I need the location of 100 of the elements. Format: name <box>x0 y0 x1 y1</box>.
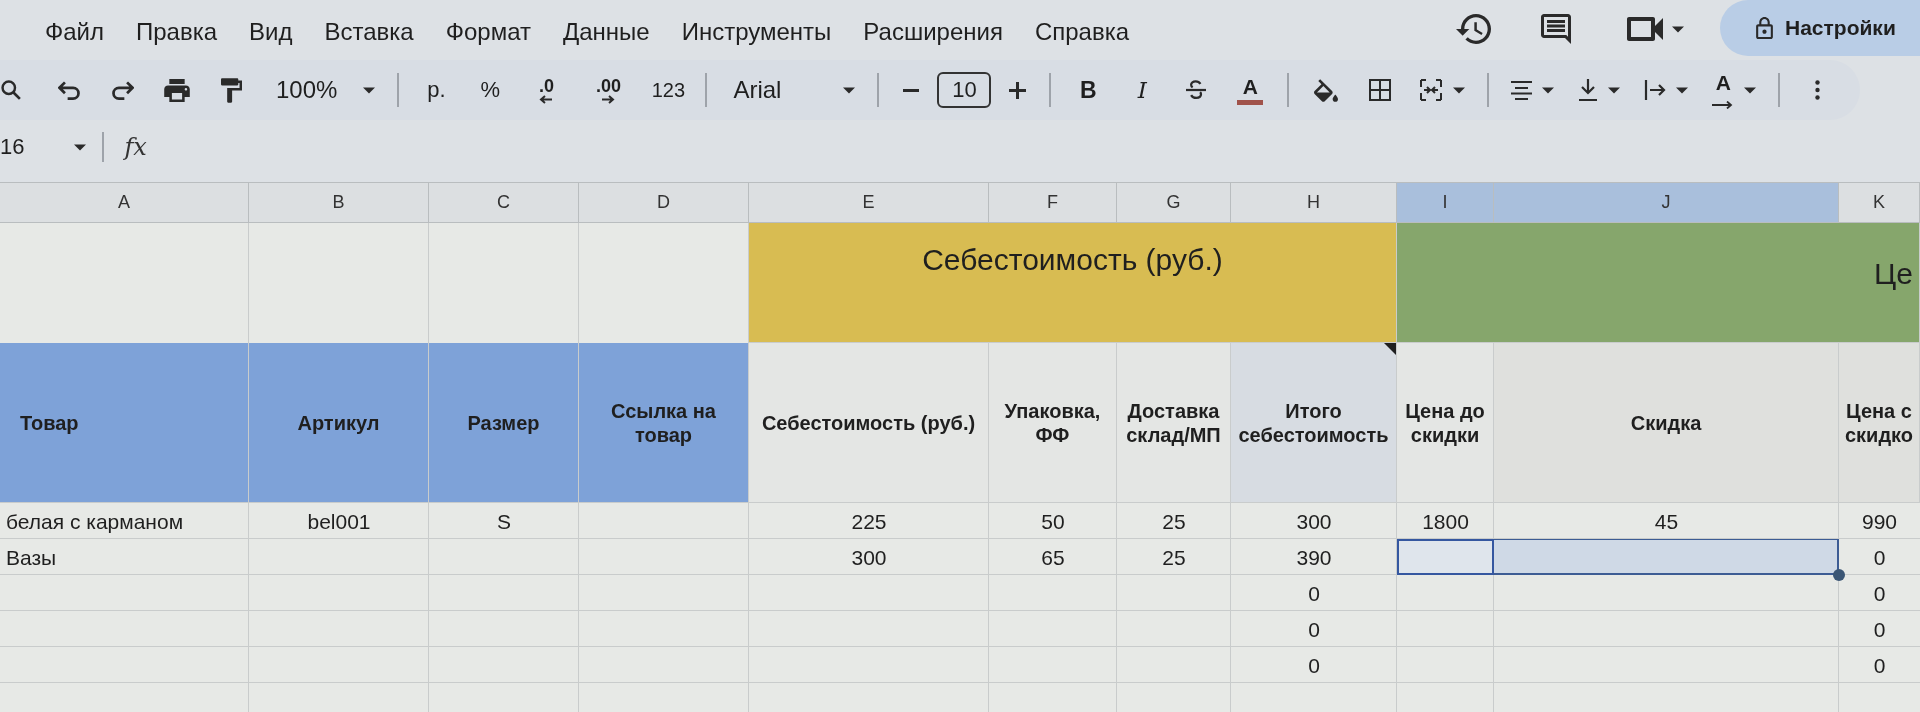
table-cell-text: 300 <box>850 545 888 571</box>
font-dropdown[interactable]: Arial <box>729 68 860 112</box>
table-cell-text: 300 <box>1295 509 1333 535</box>
function-label: fx <box>124 133 147 161</box>
column-header[interactable]: B <box>249 183 429 223</box>
wrap-text-icon <box>1644 80 1667 100</box>
table-cell-text: 0 <box>1872 581 1887 607</box>
table-cell-text: 0 <box>1872 617 1887 643</box>
header-label: Товар <box>20 410 79 435</box>
percent-button[interactable]: % <box>470 68 511 112</box>
caret-icon <box>843 86 856 94</box>
align-bottom-icon <box>1578 79 1599 101</box>
caret-icon <box>1672 25 1684 33</box>
header-label: Скидка <box>1630 410 1702 435</box>
table-cell-text: 0 <box>1307 617 1321 643</box>
fill-handle[interactable] <box>1833 569 1845 581</box>
column-header[interactable]: G <box>1117 183 1231 223</box>
selected-cell[interactable] <box>1494 539 1839 575</box>
number-format-button[interactable]: 123 <box>648 68 689 112</box>
text-rotation-button[interactable]: A <box>1708 68 1761 112</box>
menu-item[interactable]: Формат <box>445 18 531 46</box>
left-arrow-icon <box>539 94 554 104</box>
minus-icon <box>903 88 920 92</box>
header-label: Ссылка на товар <box>610 398 717 447</box>
table-cell-text: 45 <box>1653 509 1680 535</box>
caret-icon <box>74 143 87 151</box>
column-header[interactable]: D <box>579 183 749 223</box>
header-label: Упаковка, ФФ <box>1003 398 1102 447</box>
table-cell-text: 390 <box>1295 545 1333 571</box>
table-cell-text: 50 <box>1040 509 1066 535</box>
menu-item[interactable]: Правка <box>136 18 218 46</box>
table-cell-text: 1800 <box>1421 509 1470 535</box>
table-cell-text: 990 <box>1860 509 1898 535</box>
rotate-arrow-icon <box>1712 100 1735 109</box>
column-header[interactable]: K <box>1839 183 1920 223</box>
menu-item[interactable]: Вид <box>249 18 293 46</box>
table-cell-text: 0 <box>1307 581 1321 607</box>
menu-item[interactable]: Вставка <box>324 18 414 46</box>
column-header[interactable]: A <box>0 183 249 223</box>
caret-icon <box>1453 86 1466 94</box>
table-cell-text: bel001 <box>306 509 372 535</box>
search-icon <box>1 80 21 100</box>
header-label: Артикул <box>297 410 380 435</box>
header-label: Себестоимость (руб.) <box>761 410 976 435</box>
menu-item[interactable]: Файл <box>45 18 104 46</box>
undo-icon <box>58 80 80 100</box>
header-label: Цена с скидко <box>1843 398 1915 447</box>
caret-icon <box>1676 86 1689 94</box>
caret-icon <box>1542 86 1555 94</box>
comment-icon <box>1541 14 1571 44</box>
lock-icon <box>1756 17 1773 39</box>
table-cell-text: 25 <box>1161 545 1187 571</box>
color-swatch-icon <box>1237 99 1264 105</box>
borders-icon <box>1369 79 1392 101</box>
video-camera-icon <box>1627 17 1663 41</box>
menu-item[interactable]: Данные <box>563 18 650 46</box>
increase-decimals-button[interactable]: .00 <box>582 68 635 112</box>
table-cell-text: S <box>496 509 512 535</box>
column-header[interactable]: E <box>749 183 989 223</box>
video-call-button[interactable] <box>1627 17 1684 41</box>
zoom-dropdown[interactable]: 100% <box>272 68 380 112</box>
table-cell-text: 65 <box>1040 545 1066 571</box>
header-label: Итого себестоимость <box>1237 398 1390 447</box>
strikethrough-icon <box>1185 80 1208 100</box>
group-header: Себестоимость (руб.) <box>749 223 1397 343</box>
menu-item[interactable]: Расширения <box>863 18 1003 46</box>
table-cell-text: 0 <box>1307 653 1321 679</box>
font-size-field[interactable]: 10 <box>937 72 992 108</box>
name-box[interactable]: 16 <box>0 134 87 160</box>
more-icon <box>1814 80 1820 100</box>
history-icon <box>1456 14 1491 44</box>
header-label: Размер <box>467 410 540 435</box>
paint-bucket-icon <box>1314 78 1339 102</box>
header-label: Доставка склад/МП <box>1125 398 1222 447</box>
table-cell-text: Вазы <box>5 545 58 571</box>
table-cell-text: 0 <box>1872 653 1887 679</box>
caret-icon <box>1608 86 1621 94</box>
text-color-button[interactable]: A <box>1230 68 1271 112</box>
column-header[interactable]: H <box>1231 183 1397 223</box>
active-cell[interactable] <box>1397 539 1494 575</box>
decrease-decimals-button[interactable]: .0 <box>524 68 569 112</box>
right-arrow-icon <box>601 94 616 104</box>
table-cell-text: 0 <box>1872 545 1887 571</box>
column-header[interactable]: C <box>429 183 579 223</box>
table-cell-text: 25 <box>1161 509 1187 535</box>
table-cell-text: 225 <box>850 509 888 535</box>
currency-button[interactable]: р. <box>416 68 457 112</box>
column-header[interactable]: I <box>1397 183 1494 223</box>
merge-cells-icon <box>1419 79 1444 101</box>
history-button[interactable] <box>1456 14 1491 44</box>
bold-button[interactable]: B <box>1068 68 1109 112</box>
menu-item[interactable]: Инструменты <box>681 18 832 46</box>
redo-icon <box>112 80 134 100</box>
comments-button[interactable] <box>1541 14 1571 44</box>
column-header[interactable]: J <box>1494 183 1839 223</box>
italic-button[interactable]: I <box>1122 68 1163 112</box>
share-button[interactable]: Настройки <box>1720 0 1920 56</box>
menu-item[interactable]: Справка <box>1034 18 1130 46</box>
table-cell-text: белая с карманом <box>5 509 185 535</box>
column-header[interactable]: F <box>989 183 1117 223</box>
